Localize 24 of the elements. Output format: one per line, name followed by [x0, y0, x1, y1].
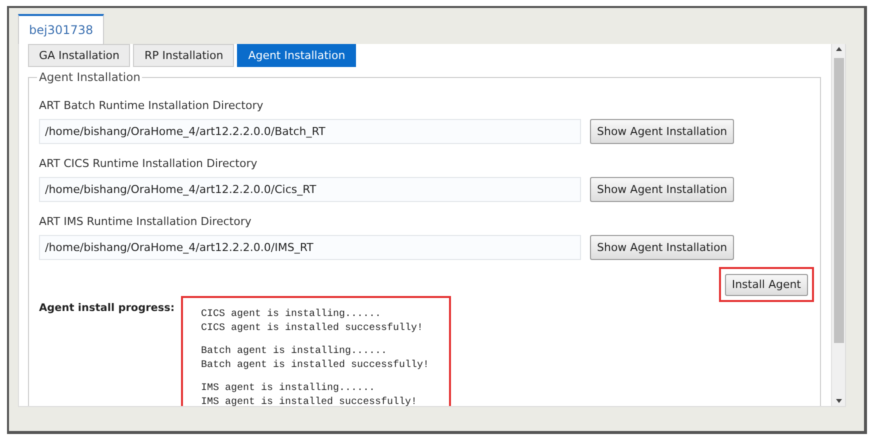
field-label: ART CICS Runtime Installation Directory — [39, 156, 258, 172]
directory-field[interactable]: /home/bishang/OraHome_4/art12.2.2.0.0/IMS_RT — [39, 235, 581, 260]
show-installation-button[interactable]: Show Agent Installation — [590, 235, 734, 260]
fieldset-legend: Agent Installation — [37, 70, 142, 84]
log-line: CICS agent is installed successfully! — [201, 322, 424, 336]
installation-tab[interactable]: GA Installation — [28, 44, 130, 67]
log-line: Batch agent is installing...... — [201, 344, 388, 358]
log-line: IMS agent is installing...... — [201, 382, 376, 396]
log-line: IMS agent is installed successfully! — [201, 396, 418, 406]
install-agent-button[interactable]: Install Agent — [724, 274, 808, 296]
directory-field[interactable]: /home/bishang/OraHome_4/art12.2.2.0.0/Cics_RT — [39, 177, 581, 202]
progress-label: Agent install progress: — [39, 300, 173, 314]
field-label: ART Batch Runtime Installation Directory — [39, 98, 264, 114]
installation-tab[interactable]: Agent Installation — [237, 44, 356, 67]
field-label: ART IMS Runtime Installation Directory — [39, 214, 252, 230]
scrollbar[interactable] — [831, 44, 845, 406]
show-installation-button[interactable]: Show Agent Installation — [590, 177, 734, 202]
installation-tab[interactable]: RP Installation — [133, 44, 234, 67]
log-line: Batch agent is installed successfully! — [201, 358, 430, 372]
directory-field[interactable]: /home/bishang/OraHome_4/art12.2.2.0.0/Batch_RT — [39, 119, 581, 144]
log-line: CICS agent is installing...... — [201, 308, 382, 322]
page-tab[interactable]: bej301738 — [18, 14, 104, 44]
show-installation-button[interactable]: Show Agent Installation — [590, 119, 734, 144]
scroll-thumb[interactable] — [834, 58, 844, 343]
